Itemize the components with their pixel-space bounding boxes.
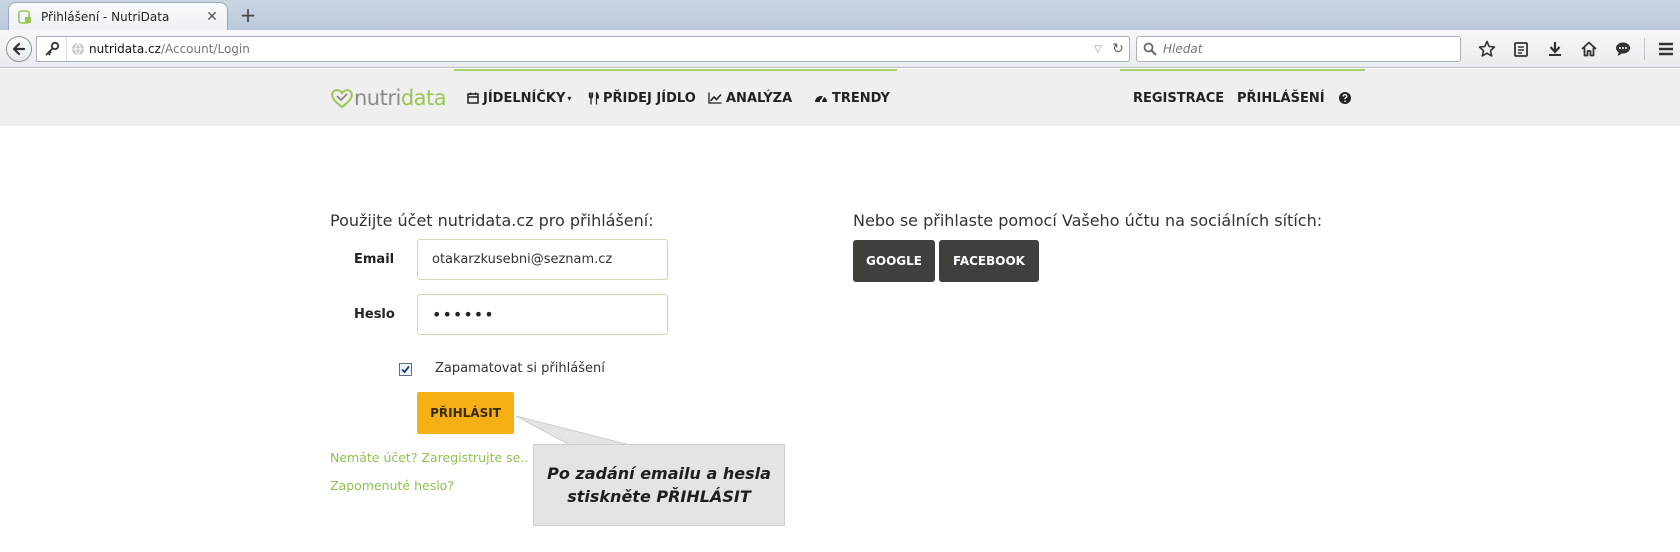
key-icon[interactable] — [37, 37, 67, 61]
header-accent-bar-left — [454, 69, 897, 71]
forgot-password-link[interactable]: Zapomenuté heslo? — [330, 478, 454, 493]
callout-line-2: stiskněte PŘIHLÁSIT — [567, 487, 751, 506]
nav-trendy[interactable]: TRENDY — [814, 88, 890, 108]
toolbar-separator — [1644, 38, 1645, 60]
globe-icon — [67, 42, 89, 56]
nav-registrace-label: REGISTRACE — [1133, 90, 1225, 106]
password-field-value: •••••• — [432, 305, 495, 324]
url-text[interactable]: nutridata.cz/Account/Login — [89, 42, 1089, 56]
logo-text-nutri: nutri — [354, 86, 401, 110]
email-label: Email — [354, 252, 395, 267]
download-icon[interactable] — [1538, 36, 1572, 62]
instruction-callout: Po zadání emailu a hesla stiskněte PŘIHL… — [533, 444, 785, 526]
hamburger-menu-icon[interactable] — [1649, 36, 1680, 62]
tab-title: Přihlášení - NutriData — [41, 9, 170, 24]
nav-registrace[interactable]: REGISTRACE — [1133, 88, 1224, 108]
remember-me-label[interactable]: Zapamatovat si přihlášení — [435, 361, 605, 376]
nav-prihlaseni-label: PŘIHLÁŠENÍ — [1237, 90, 1325, 106]
logo-text-data: data — [400, 86, 447, 110]
search-placeholder: Hledat — [1163, 42, 1203, 56]
search-icon — [1143, 42, 1157, 56]
cutlery-icon — [588, 91, 599, 105]
login-heading: Použijte účet nutridata.cz pro přihlášen… — [330, 211, 654, 230]
bookmark-star-icon[interactable] — [1470, 36, 1504, 62]
url-dropdown-icon[interactable]: ▽ — [1089, 44, 1107, 55]
facebook-login-button[interactable]: FACEBOOK — [939, 240, 1039, 282]
nav-jidelnicky-label: JÍDELNÍČKY — [483, 90, 566, 106]
nav-analyza[interactable]: ANALÝZA — [708, 88, 792, 108]
browser-tab[interactable]: Přihlášení - NutriData ✕ — [8, 2, 228, 30]
header-accent-bar-right — [1120, 69, 1365, 71]
line-chart-icon — [708, 92, 722, 104]
browser-toolbar-icons — [1470, 36, 1680, 62]
chat-icon[interactable] — [1606, 36, 1640, 62]
site-header: nutri data JÍDELNÍČKY ▾ PŘIDEJ JÍDLO ANAL… — [0, 69, 1680, 126]
password-label: Heslo — [354, 307, 395, 322]
social-login-heading: Nebo se přihlaste pomocí Vašeho účtu na … — [853, 211, 1323, 230]
help-button[interactable] — [1339, 88, 1351, 108]
password-field[interactable]: •••••• — [417, 294, 668, 335]
email-field[interactable]: otakarzkusebni@seznam.cz — [417, 239, 668, 280]
email-field-value: otakarzkusebni@seznam.cz — [432, 252, 613, 267]
new-tab-button[interactable]: + — [236, 4, 260, 26]
address-bar[interactable]: nutridata.cz/Account/Login ▽ ↻ — [36, 36, 1130, 62]
nav-analyza-label: ANALÝZA — [726, 90, 793, 106]
question-circle-icon — [1339, 92, 1351, 104]
dashboard-gauge-icon — [814, 92, 828, 104]
back-arrow-icon — [12, 42, 26, 56]
browser-tab-bar: Přihlášení - NutriData ✕ + — [0, 0, 1680, 30]
url-host: nutridata.cz — [89, 42, 161, 56]
reading-list-icon[interactable] — [1504, 36, 1538, 62]
caret-down-icon: ▾ — [567, 93, 572, 103]
nav-pridej-jidlo-label: PŘIDEJ JÍDLO — [603, 90, 696, 106]
browser-search-bar[interactable]: Hledat — [1136, 36, 1461, 62]
tab-close-icon[interactable]: ✕ — [205, 9, 219, 25]
nav-pridej-jidlo[interactable]: PŘIDEJ JÍDLO — [588, 88, 696, 108]
google-login-button[interactable]: GOOGLE — [853, 240, 935, 282]
url-path: /Account/Login — [160, 42, 250, 56]
calendar-icon — [467, 92, 479, 104]
back-button[interactable] — [6, 36, 32, 62]
callout-pointer — [515, 415, 631, 446]
remember-me-checkbox[interactable] — [399, 363, 412, 376]
home-icon[interactable] — [1572, 36, 1606, 62]
register-link[interactable]: Nemáte účet? Zaregistrujte se.. — [330, 450, 528, 465]
heart-logo-icon — [331, 89, 353, 109]
nav-trendy-label: TRENDY — [832, 90, 890, 106]
callout-line-1: Po zadání emailu a hesla — [547, 464, 771, 483]
checkmark-icon — [401, 365, 410, 374]
nutridata-logo[interactable]: nutri data — [330, 85, 447, 111]
nav-jidelnicky[interactable]: JÍDELNÍČKY ▾ — [467, 88, 571, 108]
reload-icon[interactable]: ↻ — [1107, 41, 1129, 57]
nutridata-favicon-icon — [17, 9, 33, 25]
browser-navigation-bar: nutridata.cz/Account/Login ▽ ↻ Hledat — [0, 30, 1680, 68]
nav-prihlaseni[interactable]: PŘIHLÁŠENÍ — [1237, 88, 1325, 108]
